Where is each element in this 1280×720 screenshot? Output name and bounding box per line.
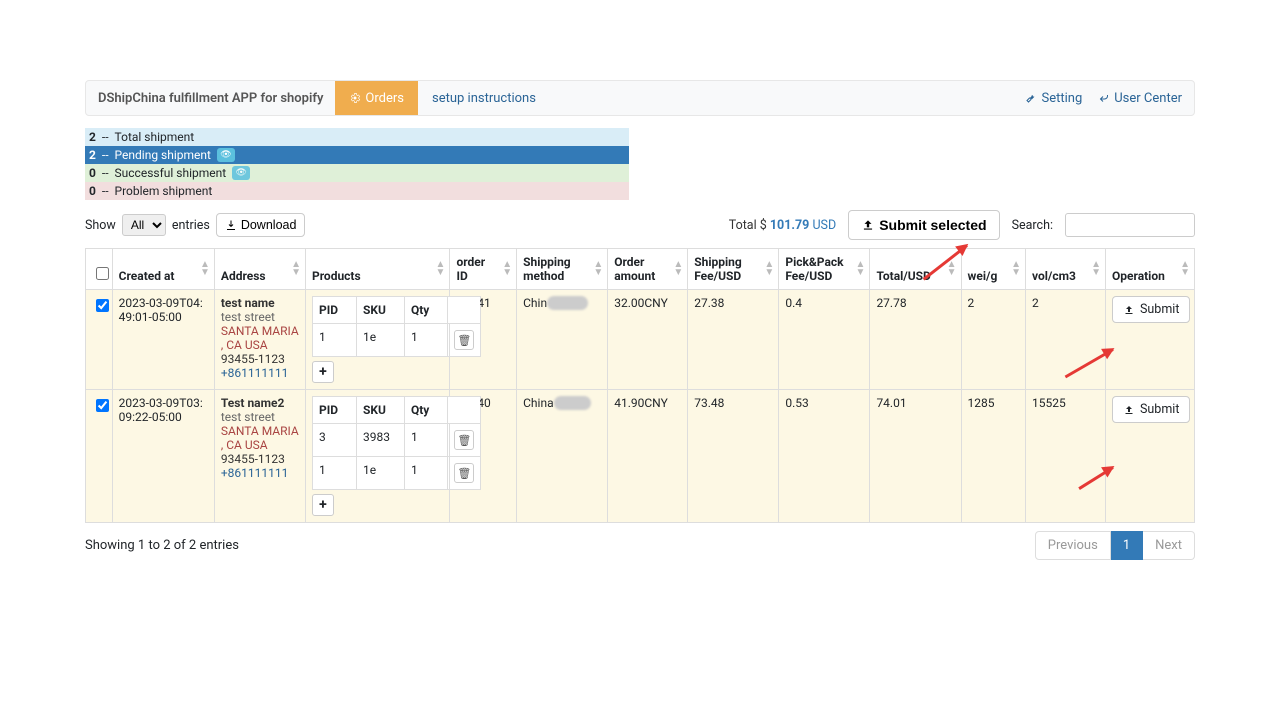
upload-icon	[1123, 304, 1135, 316]
col-order-amount[interactable]: Order amount▲▼	[608, 249, 688, 290]
entries-select[interactable]: All	[122, 214, 166, 236]
cog-icon	[349, 91, 361, 106]
cell-pickpack: 0.4	[779, 290, 870, 390]
next-button[interactable]: Next	[1143, 531, 1195, 560]
col-created[interactable]: Created at▲▼	[112, 249, 214, 290]
total-label: Total $ 101.79 USD	[729, 218, 836, 233]
status-pending[interactable]: 2 -- Pending shipment 👁	[85, 146, 629, 164]
cell-operation: Submit	[1105, 290, 1194, 390]
cell-created: 2023-03-09T03:09:22-05:00	[112, 390, 214, 523]
toolbar: Show All entries Download Total $ 101.79…	[85, 210, 1195, 240]
cell-order-amount: 41.90CNY	[608, 390, 688, 523]
row-submit-button[interactable]: Submit	[1112, 296, 1190, 323]
table-row: 2023-03-09T04:49:01-05:00 test name test…	[86, 290, 1195, 390]
trash-icon[interactable]: 🗑	[454, 430, 474, 450]
col-order-id[interactable]: order ID▲▼	[450, 249, 517, 290]
row-checkbox[interactable]	[96, 299, 109, 312]
download-icon	[225, 219, 237, 231]
cell-vol: 15525	[1025, 390, 1105, 523]
tab-orders-label: Orders	[365, 91, 404, 106]
page-1-button[interactable]: 1	[1111, 531, 1143, 560]
cell-ship-method: Chinxxx xx	[517, 290, 608, 390]
status-list: 2 -- Total shipment 2 -- Pending shipmen…	[85, 128, 629, 200]
col-ship-method[interactable]: Shipping method▲▼	[517, 249, 608, 290]
status-problem[interactable]: 0 -- Problem shipment	[85, 182, 629, 200]
col-pickpack[interactable]: Pick&Pack Fee/USD▲▼	[779, 249, 870, 290]
entries-info: Showing 1 to 2 of 2 entries	[85, 538, 239, 553]
row-checkbox[interactable]	[96, 399, 109, 412]
cell-operation: Submit	[1105, 390, 1194, 523]
brand-title: DShipChina fulfillment APP for shopify	[98, 91, 323, 106]
cell-ship-method: Chinaxxxxx	[517, 390, 608, 523]
cell-address: test name test street SANTA MARIA , CA U…	[214, 290, 305, 390]
table-footer: Showing 1 to 2 of 2 entries Previous 1 N…	[85, 531, 1195, 560]
link-setting[interactable]: Setting	[1025, 91, 1082, 106]
eye-icon[interactable]: 👁	[232, 166, 250, 180]
trash-icon[interactable]: 🗑	[454, 463, 474, 483]
reply-icon	[1098, 92, 1110, 104]
cell-wei: 2	[961, 290, 1025, 390]
cell-pickpack: 0.53	[779, 390, 870, 523]
search-label: Search:	[1012, 218, 1053, 233]
cell-products: PIDSKUQty 339831🗑11e1🗑 +	[305, 390, 449, 523]
add-product-button[interactable]: +	[312, 494, 334, 516]
cell-total: 74.01	[870, 390, 961, 523]
cell-ship-fee: 27.38	[688, 290, 779, 390]
col-total[interactable]: Total/USD▲▼	[870, 249, 961, 290]
add-product-button[interactable]: +	[312, 361, 334, 383]
cell-address: Test name2 test street SANTA MARIA , CA …	[214, 390, 305, 523]
search-input[interactable]	[1065, 213, 1195, 237]
cell-total: 27.78	[870, 290, 961, 390]
select-all-checkbox[interactable]	[96, 267, 109, 280]
status-total[interactable]: 2 -- Total shipment	[85, 128, 629, 146]
table-row: 2023-03-09T03:09:22-05:00 Test name2 tes…	[86, 390, 1195, 523]
cell-created: 2023-03-09T04:49:01-05:00	[112, 290, 214, 390]
col-products[interactable]: Products▲▼	[305, 249, 449, 290]
upload-icon	[861, 218, 875, 232]
upload-icon	[1123, 404, 1135, 416]
cell-order-amount: 32.00CNY	[608, 290, 688, 390]
row-submit-button[interactable]: Submit	[1112, 396, 1190, 423]
col-wei[interactable]: wei/g▲▼	[961, 249, 1025, 290]
col-address[interactable]: Address▲▼	[214, 249, 305, 290]
cell-products: PIDSKUQty 11e1🗑 +	[305, 290, 449, 390]
entries-label: entries	[172, 218, 210, 233]
submit-selected-button[interactable]: Submit selected	[848, 210, 999, 240]
col-operation[interactable]: Operation▲▼	[1105, 249, 1194, 290]
col-ship-fee[interactable]: Shipping Fee/USD▲▼	[688, 249, 779, 290]
tab-orders[interactable]: Orders	[335, 81, 418, 115]
prev-button[interactable]: Previous	[1035, 531, 1111, 560]
pagination: Previous 1 Next	[1035, 531, 1195, 560]
orders-table: Created at▲▼ Address▲▼ Products▲▼ order …	[85, 248, 1195, 523]
cell-wei: 1285	[961, 390, 1025, 523]
col-vol[interactable]: vol/cm3▲▼	[1025, 249, 1105, 290]
tab-setup-label: setup instructions	[432, 91, 536, 106]
tab-setup[interactable]: setup instructions	[418, 81, 550, 115]
show-label: Show	[85, 218, 116, 233]
eye-icon[interactable]: 👁	[217, 148, 235, 162]
trash-icon[interactable]: 🗑	[454, 330, 474, 350]
navbar: DShipChina fulfillment APP for shopify O…	[85, 80, 1195, 116]
status-success[interactable]: 0 -- Successful shipment 👁	[85, 164, 629, 182]
cell-ship-fee: 73.48	[688, 390, 779, 523]
link-user-center[interactable]: User Center	[1098, 91, 1182, 106]
wrench-icon	[1025, 92, 1037, 104]
download-button[interactable]: Download	[216, 213, 306, 237]
